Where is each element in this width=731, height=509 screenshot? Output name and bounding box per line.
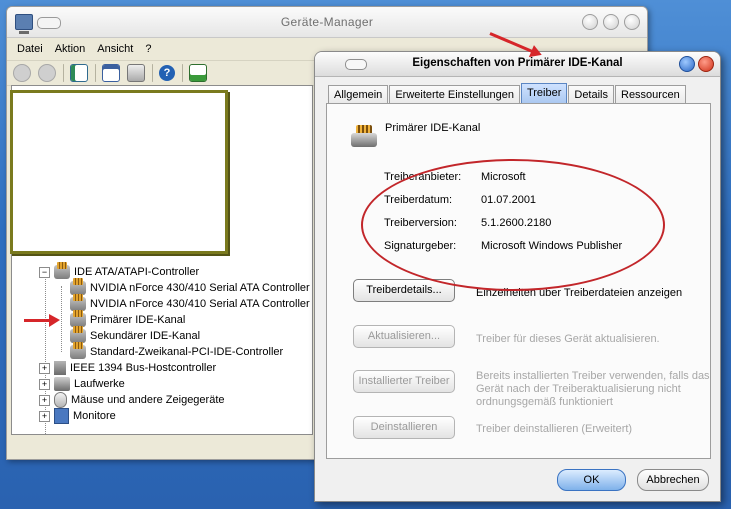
print-icon[interactable] [127,64,145,82]
expand-icon[interactable]: + [39,378,50,390]
maximize-button[interactable] [603,14,619,30]
tree-group-label: Mäuse und andere Zeigegeräte [71,394,225,406]
window-title: Geräte-Manager [280,15,374,29]
tree-item[interactable]: Standard-Zweikanal-PCI-IDE-Controller [70,342,284,360]
tree-item-primary-ide[interactable]: Primärer IDE-Kanal [70,310,186,328]
ide-device-icon [70,278,86,296]
back-icon[interactable] [13,64,31,82]
expand-icon[interactable]: + [39,394,50,406]
menu-help[interactable]: ? [145,43,151,55]
tree-item-label: NVIDIA nForce 430/410 Serial ATA Control… [90,282,310,294]
tree-group-monitors[interactable]: + Monitore [39,408,116,425]
update-driver-description: Treiber für dieses Gerät aktualisieren. [476,333,660,345]
redaction-box [10,90,228,254]
device-manager-titlebar[interactable]: Geräte-Manager [7,7,647,38]
tab-general[interactable]: Allgemein [328,85,389,104]
device-name: Primärer IDE-Kanal [385,122,481,134]
scan-hardware-icon[interactable] [189,64,207,82]
tree-item[interactable]: NVIDIA nForce 430/410 Serial ATA Control… [70,278,310,296]
tab-resources[interactable]: Ressourcen [615,85,686,104]
help-icon[interactable] [679,56,695,72]
tree-group-label: Laufwerke [74,378,125,390]
update-driver-button[interactable]: Aktualisieren... [353,325,455,348]
monitor-icon [54,408,69,425]
minimize-button[interactable] [582,14,598,30]
tree-group-ide[interactable]: − IDE ATA/ATAPI-Controller [39,262,200,280]
ok-button[interactable]: OK [557,469,626,491]
ide-controller-icon [54,262,70,280]
toolbar-separator [95,64,96,82]
tree-item-label: NVIDIA nForce 430/410 Serial ATA Control… [90,298,310,310]
toolbar-separator [152,64,153,82]
ide-device-icon [70,326,86,344]
mouse-icon [54,392,67,409]
tree-item[interactable]: Sekundärer IDE-Kanal [70,326,201,344]
cancel-button[interactable]: Abbrechen [637,469,709,491]
forward-icon[interactable] [38,64,56,82]
ide-device-icon [70,342,86,360]
menu-file[interactable]: Datei [17,43,43,55]
tree-group-mice[interactable]: + Mäuse und andere Zeigegeräte [39,392,225,409]
tree-item[interactable]: NVIDIA nForce 430/410 Serial ATA Control… [70,294,310,312]
drive-icon [54,377,70,392]
tree-group-ieee1394[interactable]: + IEEE 1394 Bus-Hostcontroller [39,360,216,376]
highlight-oval [361,159,665,291]
uninstall-driver-button[interactable]: Deinstallieren [353,416,455,439]
view-icon[interactable] [102,64,120,82]
tab-bar: Allgemein Erweiterte Einstellungen Treib… [328,83,687,104]
toolbar-separator [63,64,64,82]
close-icon[interactable] [698,56,714,72]
rollback-driver-description: Bereits installierten Treiber verwenden,… [476,370,710,408]
expand-icon[interactable]: + [39,362,50,374]
menu-action[interactable]: Aktion [55,43,86,55]
uninstall-driver-description: Treiber deinstallieren (Erweitert) [476,423,633,435]
ide-device-icon [349,124,379,150]
tree-item-label: Standard-Zweikanal-PCI-IDE-Controller [90,346,284,358]
tab-advanced-settings[interactable]: Erweiterte Einstellungen [389,85,520,104]
ide-device-icon [70,294,86,312]
tree-group-label: Monitore [73,410,116,422]
annotation-arrow-icon [24,314,60,327]
ide-device-icon [70,310,86,328]
tree-group-label: IDE ATA/ATAPI-Controller [74,266,200,278]
help-icon[interactable]: ? [159,65,175,81]
properties-icon[interactable] [70,64,88,82]
close-button[interactable] [624,14,640,30]
toolbar-separator [182,64,183,82]
collapse-icon[interactable]: − [39,266,50,278]
rollback-driver-button[interactable]: Installierter Treiber [353,370,455,393]
expand-icon[interactable]: + [39,410,50,422]
firewire-icon [54,361,66,376]
tree-line [61,286,62,352]
tree-group-label: IEEE 1394 Bus-Hostcontroller [70,362,217,374]
tree-group-drives[interactable]: + Laufwerke [39,376,125,392]
tree-item-label: Sekundärer IDE-Kanal [90,330,201,342]
tab-driver[interactable]: Treiber [520,83,568,104]
tree-item-label: Primärer IDE-Kanal [90,314,186,326]
tab-details[interactable]: Details [568,85,614,104]
dialog-title: Eigenschaften von Primärer IDE-Kanal [412,57,623,69]
menu-view[interactable]: Ansicht [97,43,133,55]
dialog-titlebar[interactable]: Eigenschaften von Primärer IDE-Kanal [315,52,720,77]
